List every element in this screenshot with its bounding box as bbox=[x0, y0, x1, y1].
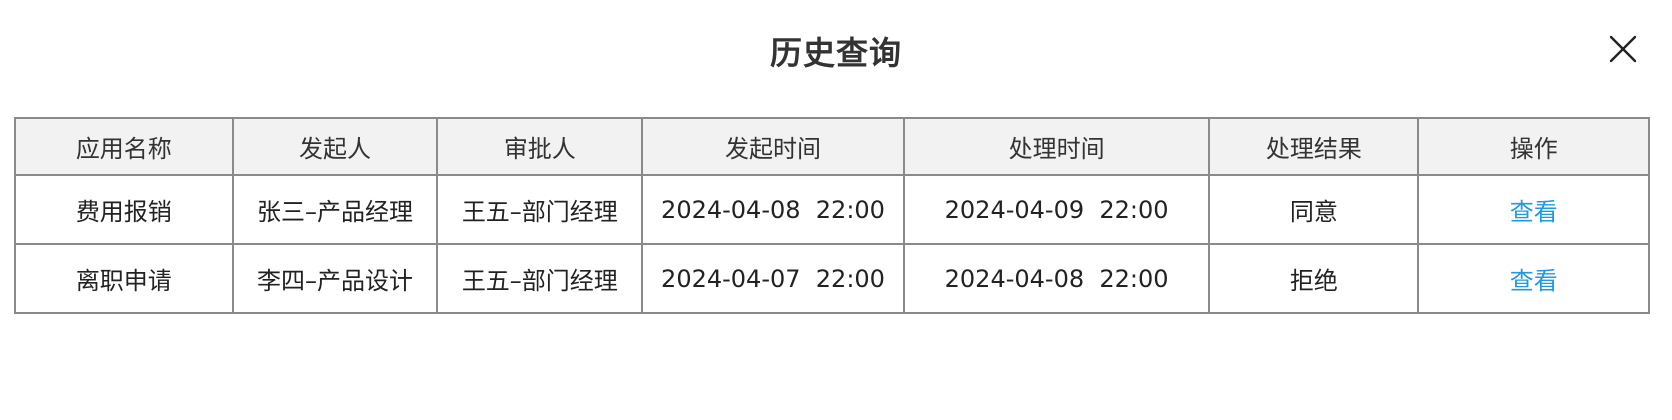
cell-result: 同意 bbox=[1208, 174, 1420, 245]
close-button[interactable] bbox=[1608, 34, 1638, 64]
cell-result: 拒绝 bbox=[1208, 243, 1420, 314]
cell-handle-time: 2024-04-09 22:00 bbox=[902, 174, 1211, 245]
cell-app-name: 离职申请 bbox=[14, 243, 234, 314]
table-row: 离职申请 李四–产品设计 王五–部门经理 2024-04-07 22:00 20… bbox=[14, 243, 1650, 314]
history-table: 应用名称 发起人 审批人 发起时间 处理时间 处理结果 操作 费用报销 张三–产… bbox=[14, 117, 1650, 314]
header-handle-time: 处理时间 bbox=[902, 117, 1211, 176]
cell-initiator: 张三–产品经理 bbox=[231, 174, 439, 245]
header-result: 处理结果 bbox=[1208, 117, 1420, 176]
cell-initiator: 李四–产品设计 bbox=[231, 243, 439, 314]
cell-action: 查看 bbox=[1417, 243, 1650, 314]
header-start-time: 发起时间 bbox=[641, 117, 905, 176]
cell-action: 查看 bbox=[1417, 174, 1650, 245]
cell-approver: 王五–部门经理 bbox=[436, 174, 644, 245]
header-initiator: 发起人 bbox=[231, 117, 439, 176]
close-icon bbox=[1609, 35, 1637, 63]
table-header-row: 应用名称 发起人 审批人 发起时间 处理时间 处理结果 操作 bbox=[14, 117, 1650, 176]
cell-start-time: 2024-04-08 22:00 bbox=[641, 174, 905, 245]
cell-approver: 王五–部门经理 bbox=[436, 243, 644, 314]
view-link[interactable]: 查看 bbox=[1510, 198, 1558, 226]
cell-start-time: 2024-04-07 22:00 bbox=[641, 243, 905, 314]
dialog-title: 历史查询 bbox=[769, 34, 902, 72]
header-action: 操作 bbox=[1417, 117, 1650, 176]
table-row: 费用报销 张三–产品经理 王五–部门经理 2024-04-08 22:00 20… bbox=[14, 174, 1650, 245]
view-link[interactable]: 查看 bbox=[1510, 267, 1558, 295]
cell-app-name: 费用报销 bbox=[14, 174, 234, 245]
header-approver: 审批人 bbox=[436, 117, 644, 176]
header-app-name: 应用名称 bbox=[14, 117, 234, 176]
cell-handle-time: 2024-04-08 22:00 bbox=[902, 243, 1211, 314]
history-query-dialog: 历史查询 应用名称 发起人 审批人 发起时间 处理时间 处理结果 操作 费用报销… bbox=[0, 0, 1672, 420]
